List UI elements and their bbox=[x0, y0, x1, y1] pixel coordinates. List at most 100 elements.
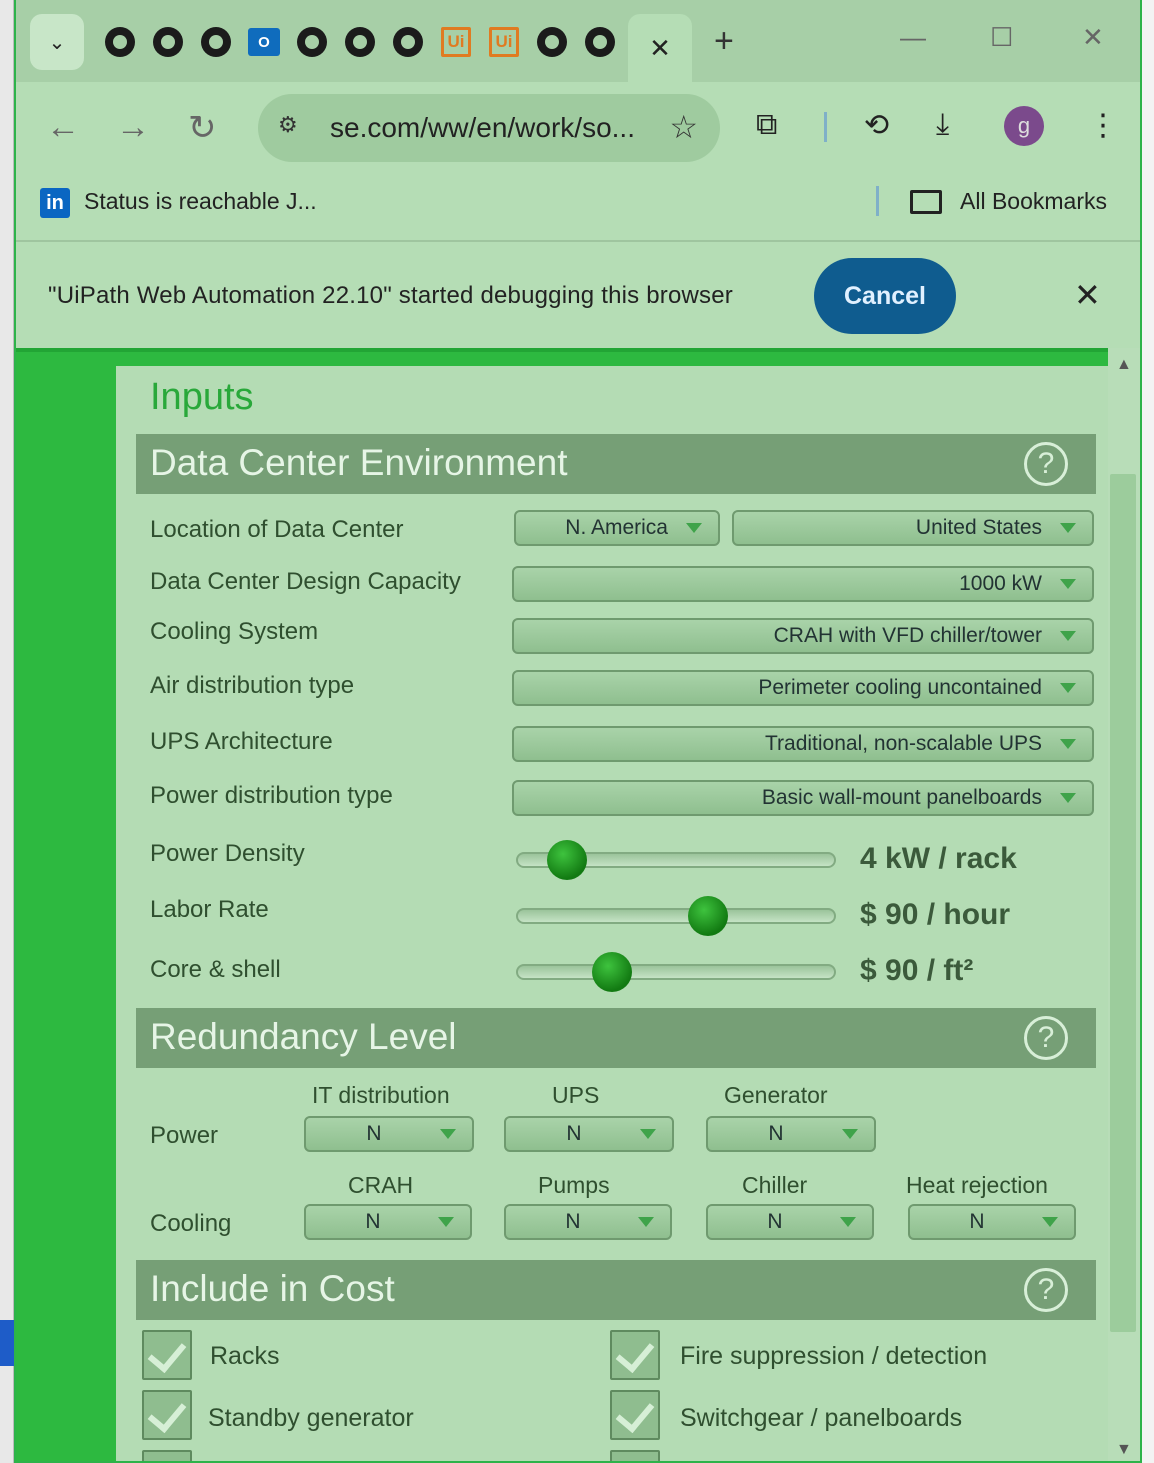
folder-icon bbox=[910, 190, 942, 214]
caret-down-icon bbox=[1060, 579, 1076, 589]
browser-toolbar: ← → ↻ ⚙ se.com/ww/en/work/so... ☆ ⧉ ⟲ ⤓ … bbox=[16, 82, 1140, 174]
fire-suppression-label: Fire suppression / detection bbox=[680, 1342, 988, 1370]
region-select[interactable]: N. America bbox=[514, 510, 720, 546]
menu-icon[interactable]: ⋮ bbox=[1088, 108, 1118, 143]
power-density-knob[interactable] bbox=[547, 840, 588, 880]
cooling-row-label: Cooling bbox=[150, 1210, 232, 1237]
crah-select[interactable]: N bbox=[304, 1204, 472, 1240]
cooling-system-select[interactable]: CRAH with VFD chiller/tower bbox=[512, 618, 1094, 654]
tab-4[interactable] bbox=[288, 22, 336, 62]
labor-rate-slider[interactable] bbox=[516, 908, 836, 924]
back-icon[interactable]: ← bbox=[46, 108, 80, 147]
extensions-icon[interactable]: ⧉ bbox=[756, 108, 777, 142]
profile-avatar[interactable]: g bbox=[1004, 106, 1044, 146]
caret-down-icon bbox=[1060, 631, 1076, 641]
browser-window: ⌄ O Ui Ui ✕ + — ☐ ✕ ← → ↻ ⚙ se.com/ww/en… bbox=[14, 0, 1142, 1463]
switchgear-checkbox[interactable] bbox=[610, 1390, 660, 1440]
heat-rejection-select[interactable]: N bbox=[908, 1204, 1076, 1240]
it-distribution-select[interactable]: N bbox=[304, 1116, 474, 1152]
close-window-icon[interactable]: ✕ bbox=[1082, 22, 1104, 53]
air-distribution-label: Air distribution type bbox=[150, 672, 355, 699]
scrollbar-thumb[interactable] bbox=[1110, 474, 1136, 1332]
caret-down-icon bbox=[1060, 793, 1076, 803]
performance-icon[interactable]: ⟲ bbox=[864, 108, 889, 143]
star-icon[interactable]: ☆ bbox=[669, 108, 698, 146]
active-tab[interactable]: ✕ bbox=[628, 14, 692, 82]
linkedin-icon: in bbox=[40, 188, 70, 218]
power-row-label: Power bbox=[150, 1122, 219, 1149]
power-density-value: 4 kW / rack bbox=[860, 842, 1017, 875]
ups-redundancy-select[interactable]: N bbox=[504, 1116, 674, 1152]
ups-architecture-select[interactable]: Traditional, non-scalable UPS bbox=[512, 726, 1094, 762]
capacity-select[interactable]: 1000 kW bbox=[512, 566, 1094, 602]
maximize-icon[interactable]: ☐ bbox=[990, 22, 1013, 53]
tab-7[interactable]: Ui bbox=[432, 22, 480, 62]
debugging-infobar: "UiPath Web Automation 22.10" started de… bbox=[16, 244, 1140, 348]
address-bar[interactable]: ⚙ se.com/ww/en/work/so... ☆ bbox=[258, 94, 720, 162]
github-icon bbox=[297, 27, 327, 57]
tab-3[interactable]: O bbox=[240, 22, 288, 62]
chiller-select[interactable]: N bbox=[706, 1204, 874, 1240]
fire-suppression-checkbox[interactable] bbox=[610, 1330, 660, 1380]
section-environment-header: Data Center Environment ? bbox=[136, 434, 1096, 494]
download-icon[interactable]: ⤓ bbox=[936, 108, 949, 142]
cancel-debugging-button[interactable]: Cancel bbox=[814, 258, 956, 334]
tab-8[interactable]: Ui bbox=[480, 22, 528, 62]
col-it-distribution: IT distribution bbox=[312, 1082, 450, 1108]
tab-10[interactable] bbox=[576, 22, 624, 62]
site-settings-icon[interactable]: ⚙ bbox=[278, 112, 308, 142]
tab-6[interactable] bbox=[384, 22, 432, 62]
help-icon[interactable]: ? bbox=[1024, 1268, 1068, 1312]
tab-2[interactable] bbox=[192, 22, 240, 62]
reload-icon[interactable]: ↻ bbox=[188, 108, 217, 148]
url-text[interactable]: se.com/ww/en/work/so... bbox=[330, 112, 635, 144]
core-shell-knob[interactable] bbox=[592, 952, 632, 992]
tab-search-button[interactable]: ⌄ bbox=[30, 14, 84, 70]
labor-rate-knob[interactable] bbox=[688, 896, 728, 936]
select-value: Basic wall-mount panelboards bbox=[761, 786, 1042, 809]
caret-down-icon bbox=[438, 1217, 454, 1227]
power-distribution-select[interactable]: Basic wall-mount panelboards bbox=[512, 780, 1094, 816]
forward-icon[interactable]: → bbox=[116, 108, 150, 147]
tab-1[interactable] bbox=[144, 22, 192, 62]
minimize-icon[interactable]: — bbox=[900, 22, 926, 53]
close-tab-icon[interactable]: ✕ bbox=[649, 33, 671, 64]
tab-0[interactable] bbox=[96, 22, 144, 62]
power-density-label: Power Density bbox=[150, 840, 305, 867]
new-tab-button[interactable]: + bbox=[714, 22, 734, 61]
next-checkbox-partial[interactable] bbox=[142, 1450, 192, 1461]
standby-generator-checkbox[interactable] bbox=[142, 1390, 192, 1440]
page-top-border bbox=[16, 348, 1108, 352]
caret-down-icon bbox=[440, 1129, 456, 1139]
page-scrollbar[interactable]: ▲ ▼ bbox=[1108, 348, 1140, 1461]
core-shell-value: $ 90 / ft² bbox=[860, 954, 974, 987]
scroll-up-icon[interactable]: ▲ bbox=[1116, 356, 1132, 374]
help-icon[interactable]: ? bbox=[1024, 442, 1068, 486]
country-select[interactable]: United States bbox=[732, 510, 1094, 546]
calculator-panel: Inputs Data Center Environment ? Locatio… bbox=[116, 366, 1108, 1461]
col-chiller: Chiller bbox=[742, 1172, 808, 1198]
bookmark-item[interactable]: Status is reachable J... bbox=[84, 188, 317, 215]
racks-label: Racks bbox=[210, 1342, 280, 1370]
github-icon bbox=[537, 27, 567, 57]
switchgear-label: Switchgear / panelboards bbox=[680, 1404, 963, 1432]
air-distribution-select[interactable]: Perimeter cooling uncontained bbox=[512, 670, 1094, 706]
chevron-down-icon: ⌄ bbox=[48, 31, 66, 54]
tab-9[interactable] bbox=[528, 22, 576, 62]
core-shell-slider[interactable] bbox=[516, 964, 836, 980]
close-infobar-icon[interactable]: ✕ bbox=[1074, 276, 1101, 314]
scroll-down-icon[interactable]: ▼ bbox=[1116, 1441, 1132, 1459]
all-bookmarks-button[interactable]: All Bookmarks bbox=[960, 188, 1107, 215]
racks-checkbox[interactable] bbox=[142, 1330, 192, 1380]
uipath-icon: Ui bbox=[441, 27, 471, 57]
select-value: Traditional, non-scalable UPS bbox=[764, 732, 1042, 755]
pumps-select[interactable]: N bbox=[504, 1204, 672, 1240]
help-icon[interactable]: ? bbox=[1024, 1016, 1068, 1060]
select-value: N bbox=[767, 1210, 783, 1233]
next-checkbox-partial[interactable] bbox=[610, 1450, 660, 1461]
tab-5[interactable] bbox=[336, 22, 384, 62]
tab-strip: ⌄ O Ui Ui ✕ + — ☐ ✕ bbox=[16, 0, 1140, 82]
generator-select[interactable]: N bbox=[706, 1116, 876, 1152]
caret-down-icon bbox=[1042, 1217, 1058, 1227]
standby-generator-label: Standby generator bbox=[208, 1404, 414, 1432]
